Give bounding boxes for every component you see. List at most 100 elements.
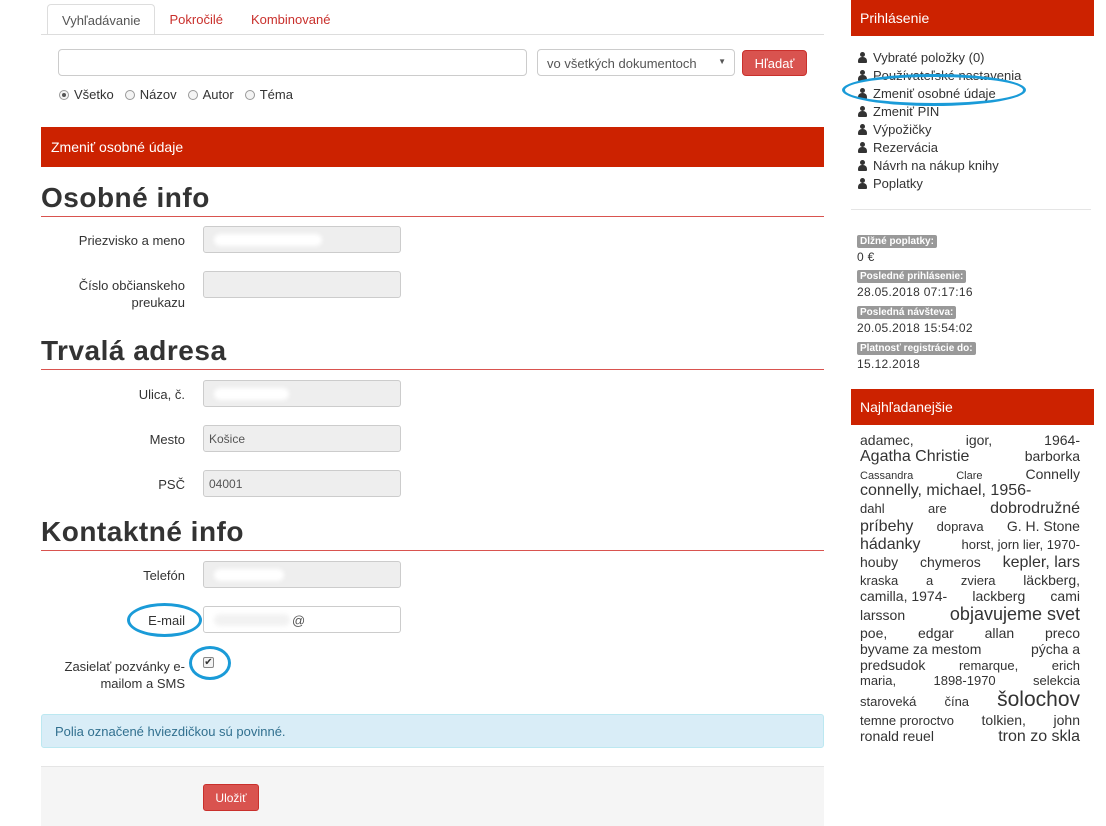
tab-combined[interactable]: Kombinované — [237, 4, 345, 35]
name-label: Priezvisko a meno — [78, 233, 185, 248]
stat-value: 28.05.2018 07:17:16 — [857, 285, 973, 299]
search-scope-select[interactable]: vo všetkých dokumentoch ▼ — [537, 49, 735, 76]
tag-link[interactable]: lackberg — [972, 588, 1025, 604]
tag-link[interactable]: selekcia — [1033, 673, 1080, 688]
radio-author[interactable]: Autor — [187, 87, 234, 102]
radio-label: Všetko — [74, 87, 114, 102]
user-icon — [857, 177, 868, 189]
tag-link[interactable]: Cassandra — [860, 470, 913, 482]
tag-cloud-line: hádanky horst, jorn lier, 1970- — [860, 536, 1080, 554]
menu-label: Rezervácia — [873, 139, 939, 155]
redacted-value — [214, 234, 322, 246]
tag-link[interactable]: príbehy — [860, 518, 913, 536]
zip-field[interactable]: 04001 — [203, 470, 401, 497]
tag-link[interactable]: connelly, michael, 1956- — [860, 482, 1031, 500]
name-field[interactable] — [203, 226, 401, 253]
section-title-contact: Kontaktné info — [41, 516, 244, 547]
tag-link[interactable]: adamec, — [860, 432, 914, 448]
stat-registration-valid: Platnosť registrácie do: 15.12.2018 — [857, 339, 976, 371]
menu-label: Vybraté položky (0) — [873, 49, 985, 65]
save-button[interactable]: Uložiť — [203, 784, 259, 811]
tag-link[interactable]: camilla, 1974- — [860, 588, 947, 604]
tag-link[interactable]: barborka — [1025, 448, 1080, 464]
search-field-radios: Všetko Názov Autor Téma — [59, 87, 293, 102]
tag-link[interactable]: tron zo skla — [998, 728, 1080, 746]
tag-link[interactable]: zviera — [961, 573, 996, 588]
tag-link[interactable]: igor, — [966, 432, 992, 448]
tag-link[interactable]: erich — [1052, 658, 1080, 673]
tab-advanced[interactable]: Pokročilé — [155, 4, 236, 35]
tag-link[interactable]: Clare — [956, 470, 982, 482]
tag-link[interactable]: Connelly — [1026, 466, 1080, 482]
stat-last-visit: Posledná návšteva: 20.05.2018 15:54:02 — [857, 303, 973, 335]
tag-link[interactable]: ronald reuel — [860, 728, 934, 744]
id-card-field[interactable] — [203, 271, 401, 298]
tag-link[interactable]: temne prorоctvo — [860, 713, 954, 728]
tag-link[interactable]: kepler, lars — [1003, 554, 1080, 572]
tag-link[interactable]: a — [926, 573, 933, 588]
tag-link[interactable]: pýcha a — [1031, 641, 1080, 657]
user-icon — [857, 123, 868, 135]
city-field[interactable]: Košice — [203, 425, 401, 452]
tag-cloud-line: poe, edgar allan preco — [860, 625, 1080, 641]
tag-cloud-line: Cassandra Clare Connelly — [860, 466, 1080, 482]
tag-link[interactable]: cami — [1050, 588, 1080, 604]
section-divider — [41, 550, 824, 551]
tag-link[interactable]: edgar — [918, 625, 954, 641]
tag-link[interactable]: doprava — [937, 519, 984, 534]
chevron-down-icon: ▼ — [718, 57, 726, 66]
stat-label: Posledná návšteva: — [857, 306, 957, 319]
tag-link[interactable]: šolochov — [997, 688, 1080, 712]
tag-link[interactable]: läckberg, — [1023, 572, 1080, 588]
menu-selected-items[interactable]: Vybraté položky (0) — [857, 48, 1021, 66]
tag-link[interactable]: kraska — [860, 573, 898, 588]
tag-cloud-line: byvame za mestom pýcha a — [860, 641, 1080, 657]
tag-link[interactable]: remarque, — [959, 658, 1018, 673]
phone-field[interactable] — [203, 561, 401, 588]
popular-panel-title: Najhľadanejšie — [851, 389, 1094, 425]
search-input[interactable] — [58, 49, 527, 76]
tag-link[interactable]: 1898-1970 — [933, 673, 995, 688]
menu-fees[interactable]: Poplatky — [857, 174, 1021, 192]
tab-search[interactable]: Vyhľadávanie — [47, 4, 156, 35]
tag-link[interactable]: are — [928, 501, 947, 516]
menu-reservations[interactable]: Rezervácia — [857, 138, 1021, 156]
menu-loans[interactable]: Výpožičky — [857, 120, 1021, 138]
street-field[interactable] — [203, 380, 401, 407]
email-field[interactable]: @ — [203, 606, 401, 633]
tag-cloud: adamec, igor, 1964- Agatha Christie barborka… — [860, 432, 1080, 746]
radio-label: Téma — [259, 87, 293, 102]
tag-link[interactable]: maria, — [860, 673, 896, 688]
tag-link[interactable]: G. H. Stone — [1007, 518, 1080, 534]
tag-link[interactable]: john — [1054, 712, 1080, 728]
search-button[interactable]: Hľadať — [742, 50, 807, 76]
tag-link[interactable]: predsudok — [860, 657, 925, 673]
zip-label: PSČ — [158, 477, 185, 492]
tag-link[interactable]: tolkien, — [982, 712, 1026, 728]
tag-link[interactable]: dahl — [860, 501, 885, 516]
tag-link[interactable]: byvame za mestom — [860, 641, 981, 657]
radio-all[interactable]: Všetko — [59, 87, 114, 102]
panel-title: Zmeniť osobné údaje — [41, 127, 824, 167]
tag-link[interactable]: dobrodružné — [990, 500, 1080, 518]
tag-link[interactable]: poe, — [860, 625, 887, 641]
tag-link[interactable]: chymeros — [920, 554, 981, 570]
tag-link[interactable]: čína — [944, 694, 969, 709]
menu-label: Výpožičky — [873, 121, 932, 137]
tag-link[interactable]: staroveká — [860, 694, 916, 709]
radio-topic[interactable]: Téma — [244, 87, 293, 102]
section-divider — [41, 369, 824, 370]
annotation-circle — [842, 74, 1026, 106]
tag-link[interactable]: preco — [1045, 625, 1080, 641]
tag-link[interactable]: allan — [985, 625, 1015, 641]
tag-link[interactable]: hádanky — [860, 536, 921, 554]
tag-cloud-line: príbehy doprava G. H. Stone — [860, 518, 1080, 536]
tag-link[interactable]: Agatha Christie — [860, 448, 969, 466]
radio-title[interactable]: Názov — [124, 87, 177, 102]
tag-link[interactable]: larsson — [860, 607, 905, 623]
menu-book-suggestion[interactable]: Návrh na nákup knihy — [857, 156, 1021, 174]
tag-link[interactable]: horst, jorn lier, 1970- — [961, 537, 1080, 552]
tag-link[interactable]: objavujeme svet — [950, 604, 1080, 625]
tag-link[interactable]: 1964- — [1044, 432, 1080, 448]
tag-link[interactable]: houby — [860, 554, 898, 570]
